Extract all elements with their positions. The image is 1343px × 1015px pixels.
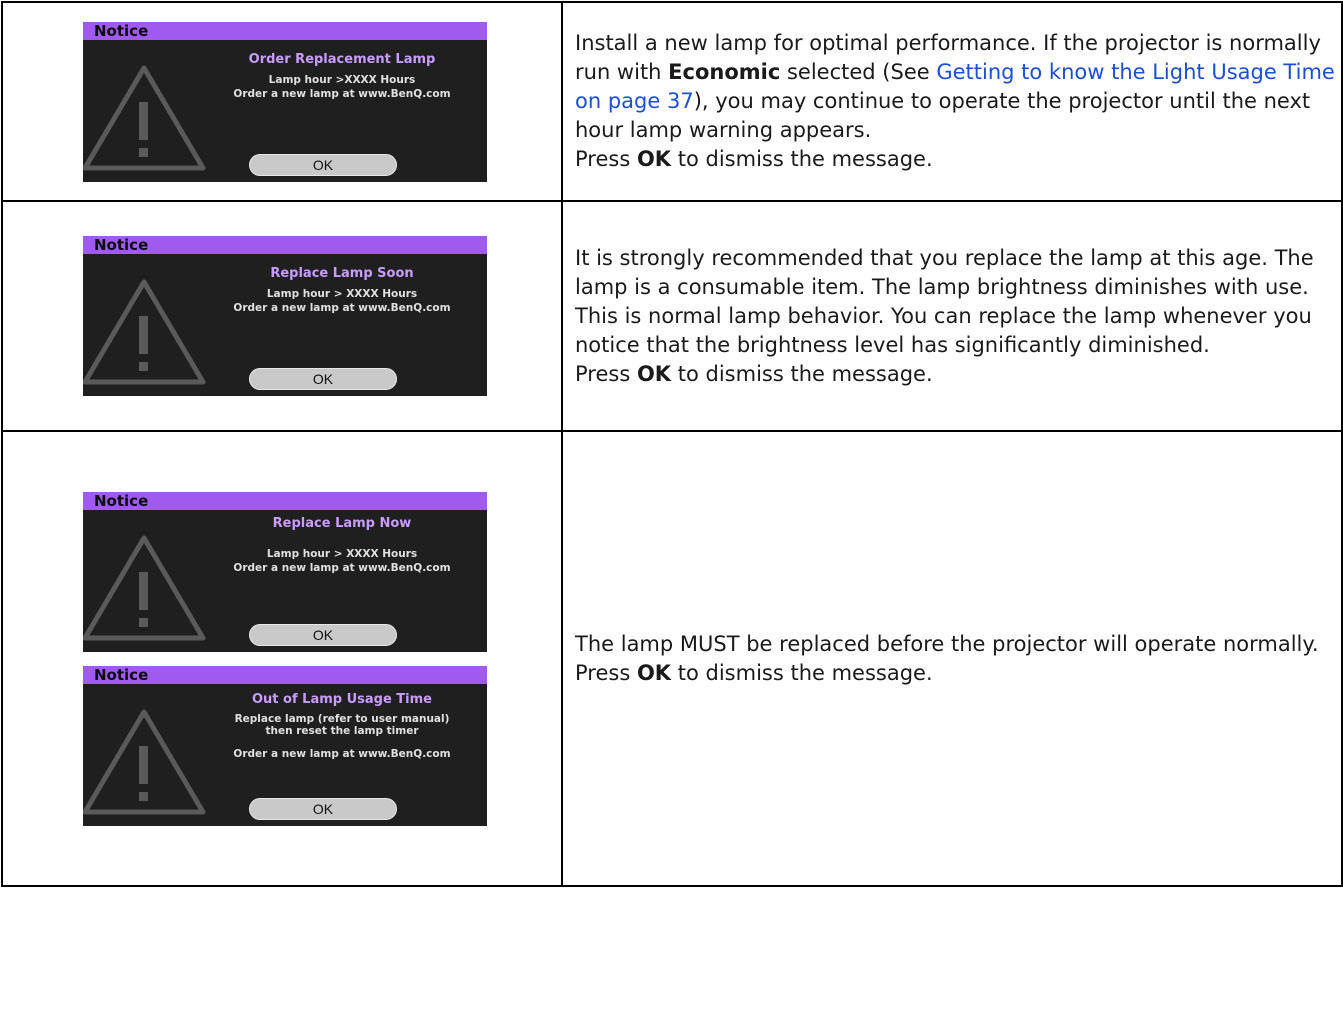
desc-text: selected (See bbox=[780, 60, 937, 84]
osd-notice-dialog: Notice Out of Lamp Usage Time Replace la… bbox=[83, 665, 487, 826]
table-row: Notice Replace Lamp Now Lamp hour > XXXX… bbox=[1, 430, 1343, 887]
desc-text: to dismiss the message. bbox=[671, 361, 933, 386]
description-text: The lamp MUST be replaced before the pro… bbox=[575, 630, 1335, 688]
osd-title: Order Replacement Lamp bbox=[248, 51, 436, 67]
description-text: It is strongly recommended that you repl… bbox=[575, 244, 1335, 389]
desc-bold: OK bbox=[636, 361, 672, 386]
osd-notice-dialog: Notice Order Replacement Lamp Lamp hour … bbox=[83, 21, 487, 182]
osd-header-bar: Notice bbox=[83, 665, 487, 684]
desc-text: to dismiss the message. bbox=[671, 147, 933, 171]
osd-line: Lamp hour > XXXX Hours bbox=[266, 288, 418, 300]
osd-body: Replace Lamp Soon Lamp hour > XXXX Hours… bbox=[203, 266, 481, 315]
osd-title: Replace Lamp Now bbox=[272, 515, 412, 531]
description-cell: Install a new lamp for optimal performan… bbox=[561, 1, 1343, 202]
osd-title: Out of Lamp Usage Time bbox=[252, 691, 432, 707]
description-cell: The lamp MUST be replaced before the pro… bbox=[561, 430, 1343, 887]
desc-text: Press bbox=[575, 147, 637, 171]
description-cell: It is strongly recommended that you repl… bbox=[561, 200, 1343, 432]
ok-button[interactable]: OK bbox=[249, 368, 397, 390]
table-row: Notice Replace Lamp Soon Lamp hour > XXX… bbox=[1, 200, 1343, 432]
osd-notice-dialog: Notice Replace Lamp Now Lamp hour > XXXX… bbox=[83, 491, 487, 652]
osd-body: Out of Lamp Usage Time Replace lamp (ref… bbox=[203, 692, 481, 761]
desc-text: The lamp MUST be replaced before the pro… bbox=[575, 631, 1319, 656]
description-text: Install a new lamp for optimal performan… bbox=[575, 29, 1335, 174]
osd-header-label: Notice bbox=[94, 236, 149, 254]
osd-cell: Notice Order Replacement Lamp Lamp hour … bbox=[1, 1, 563, 202]
warning-triangle-icon bbox=[83, 709, 206, 814]
ok-button[interactable]: OK bbox=[249, 797, 397, 820]
osd-header-label: Notice bbox=[94, 665, 149, 684]
osd-header-label: Notice bbox=[94, 491, 149, 510]
warning-triangle-icon bbox=[83, 65, 206, 170]
desc-text: to dismiss the message. bbox=[671, 660, 933, 685]
osd-line: Lamp hour > XXXX Hours bbox=[266, 547, 418, 560]
osd-body: Replace Lamp Now Lamp hour > XXXX Hours … bbox=[203, 516, 481, 575]
osd-line: Order a new lamp at www.BenQ.com bbox=[233, 561, 451, 574]
notice-table: Notice Order Replacement Lamp Lamp hour … bbox=[1, 1, 1343, 887]
osd-header-bar: Notice bbox=[83, 21, 487, 40]
osd-line: Replace lamp (refer to user manual) bbox=[234, 712, 450, 725]
desc-text: It is strongly recommended that you repl… bbox=[575, 245, 1314, 357]
osd-notice-dialog: Notice Replace Lamp Soon Lamp hour > XXX… bbox=[83, 236, 487, 396]
osd-line: Order a new lamp at www.BenQ.com bbox=[233, 302, 451, 314]
osd-line: Order a new lamp at www.BenQ.com bbox=[233, 87, 451, 100]
osd-line: then reset the lamp timer bbox=[265, 724, 419, 737]
ok-button[interactable]: OK bbox=[249, 153, 397, 176]
warning-triangle-icon bbox=[83, 535, 206, 640]
osd-line: Lamp hour >XXXX Hours bbox=[268, 73, 416, 86]
osd-header-bar: Notice bbox=[83, 236, 487, 254]
desc-text: Press bbox=[575, 361, 637, 386]
osd-title: Replace Lamp Soon bbox=[270, 266, 414, 281]
osd-header-bar: Notice bbox=[83, 491, 487, 510]
table-row: Notice Order Replacement Lamp Lamp hour … bbox=[1, 1, 1343, 202]
osd-body: Order Replacement Lamp Lamp hour >XXXX H… bbox=[203, 52, 481, 101]
desc-bold: Economic bbox=[668, 60, 781, 84]
osd-cell: Notice Replace Lamp Now Lamp hour > XXXX… bbox=[1, 430, 563, 887]
ok-button[interactable]: OK bbox=[249, 623, 397, 646]
desc-bold: OK bbox=[636, 660, 672, 685]
desc-bold: OK bbox=[636, 147, 672, 171]
warning-triangle-icon bbox=[83, 279, 206, 385]
osd-header-label: Notice bbox=[94, 21, 149, 40]
osd-cell: Notice Replace Lamp Soon Lamp hour > XXX… bbox=[1, 200, 563, 432]
desc-text: Press bbox=[575, 660, 637, 685]
osd-line: Order a new lamp at www.BenQ.com bbox=[233, 747, 451, 760]
